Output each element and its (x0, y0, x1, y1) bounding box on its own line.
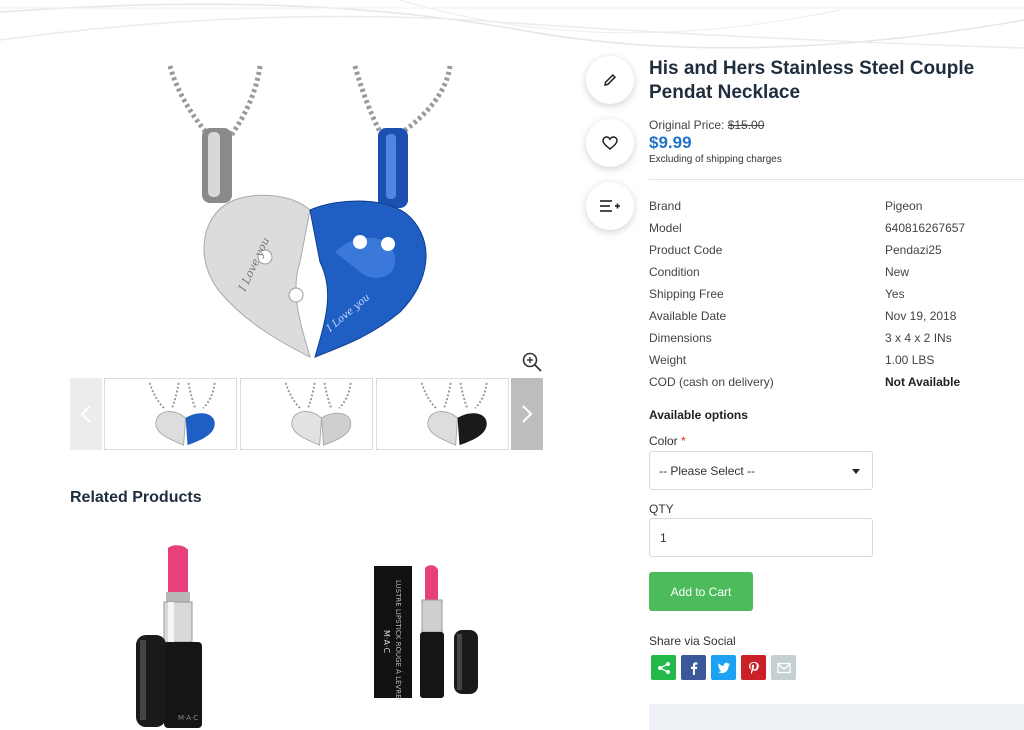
spec-label: Shipping Free (649, 287, 724, 301)
heart-icon (602, 136, 618, 150)
spec-row-available-date: Available Date Nov 19, 2018 (649, 308, 1009, 330)
thumbnail-silver[interactable] (240, 378, 373, 450)
zoom-icon[interactable] (520, 350, 544, 374)
spec-row-shipping-free: Shipping Free Yes (649, 286, 1009, 308)
bottom-panel (649, 704, 1024, 730)
share-buttons (651, 655, 796, 680)
color-select-value: -- Please Select -- (659, 464, 756, 478)
thumbnail-blue[interactable] (104, 378, 237, 450)
current-price: $9.99 (649, 133, 692, 152)
spec-label: Weight (649, 353, 687, 367)
spec-value: New (885, 265, 910, 279)
color-select[interactable]: -- Please Select -- (649, 451, 873, 490)
related-products-title: Related Products (70, 489, 202, 506)
svg-text:M·A·C: M·A·C (382, 630, 391, 653)
carousel-prev-button[interactable] (70, 378, 102, 450)
color-label: Color * (649, 434, 686, 448)
spec-row-brand: Brand Pigeon (649, 198, 1009, 220)
options-title: Available options (649, 408, 748, 422)
add-to-cart-button[interactable]: Add to Cart (649, 572, 753, 611)
add-to-list-icon (600, 200, 620, 212)
svg-text:M·A·C: M·A·C (178, 714, 198, 722)
spec-row-weight: Weight 1.00 LBS (649, 352, 1009, 374)
email-icon[interactable] (771, 655, 796, 680)
spec-label: Dimensions (649, 331, 712, 345)
spec-label: Condition (649, 265, 700, 279)
thumbnail-black[interactable] (376, 378, 509, 450)
spec-table: Brand Pigeon Model 640816267657 Product Co… (649, 198, 1009, 396)
pinterest-icon[interactable] (741, 655, 766, 680)
twitter-icon[interactable] (711, 655, 736, 680)
spec-value: 1.00 LBS (885, 353, 935, 367)
spec-row-cod: COD (cash on delivery) Not Available (649, 374, 1009, 396)
spec-value: Yes (885, 287, 905, 301)
qty-label: QTY (649, 502, 674, 516)
spec-label: Model (649, 221, 682, 235)
qty-input[interactable] (649, 518, 873, 557)
required-mark: * (681, 434, 686, 448)
original-price-label: Original Price: (649, 118, 725, 132)
facebook-icon[interactable] (681, 655, 706, 680)
main-product-image[interactable]: I Love you I Love you (150, 62, 470, 362)
header-decoration (0, 0, 1024, 49)
caret-down-icon (852, 469, 860, 474)
spec-row-product-code: Product Code Pendazi25 (649, 242, 1009, 264)
spec-value: Pendazi25 (885, 243, 942, 257)
pencil-icon (604, 73, 617, 86)
spec-value: 3 x 4 x 2 INs (885, 331, 952, 345)
spec-label: COD (cash on delivery) (649, 375, 774, 389)
wishlist-button[interactable] (586, 119, 634, 167)
divider (649, 179, 1024, 180)
spec-label: Product Code (649, 243, 723, 257)
spec-row-dimensions: Dimensions 3 x 4 x 2 INs (649, 330, 1009, 352)
product-title: His and Hers Stainless Steel Couple Pend… (649, 58, 975, 103)
color-label-text: Color (649, 434, 678, 448)
related-product-lipstick-2[interactable]: LUSTRE LIPSTICK ROUGE À LÈVRES M·A·C (370, 560, 490, 700)
spec-label: Available Date (649, 309, 727, 323)
price-block: Original Price: $15.00 $9.99 Excluding o… (649, 118, 782, 165)
share-icon[interactable] (651, 655, 676, 680)
spec-row-condition: Condition New (649, 264, 1009, 286)
edit-button[interactable] (586, 56, 634, 104)
spec-label: Brand (649, 199, 682, 213)
svg-text:LUSTRE LIPSTICK ROUGE À LÈVRES: LUSTRE LIPSTICK ROUGE À LÈVRES (394, 580, 403, 700)
related-product-lipstick-1[interactable]: M·A·C (128, 540, 218, 730)
spec-value: Not Available (885, 375, 961, 389)
chevron-left-icon (80, 405, 91, 423)
chevron-right-icon (522, 405, 533, 423)
thumbnail-carousel (70, 378, 544, 450)
spec-value: Nov 19, 2018 (885, 309, 957, 323)
shipping-note: Excluding of shipping charges (649, 154, 782, 165)
spec-row-model: Model 640816267657 (649, 220, 1009, 242)
original-price: Original Price: $15.00 (649, 118, 782, 132)
compare-button[interactable] (586, 182, 634, 230)
spec-value: Pigeon (885, 199, 923, 213)
share-title: Share via Social (649, 634, 736, 648)
spec-value: 640816267657 (885, 221, 966, 235)
original-price-value: $15.00 (727, 118, 765, 132)
carousel-next-button[interactable] (511, 378, 543, 450)
